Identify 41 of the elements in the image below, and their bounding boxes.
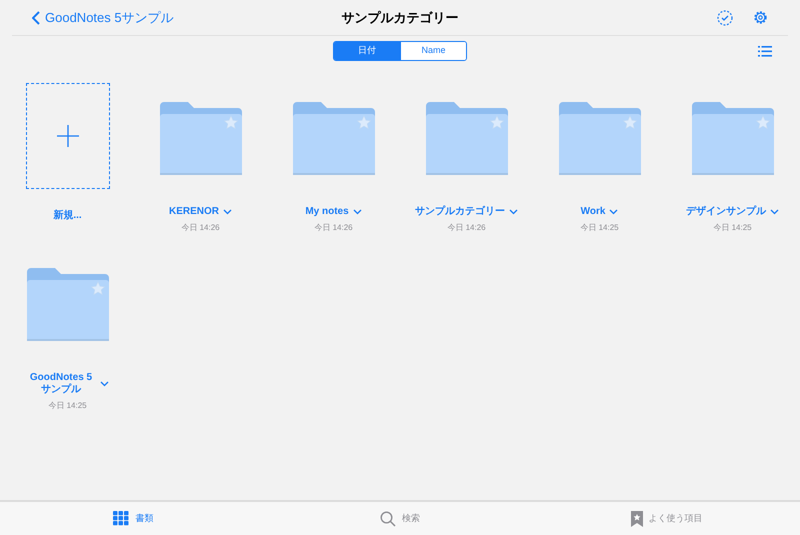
chevron-down-icon xyxy=(352,209,362,215)
modified-date: 今日 14:26 xyxy=(314,222,353,234)
folder-icon xyxy=(556,100,642,176)
tab-bar-item[interactable]: 書類 xyxy=(0,502,267,535)
new-document-button[interactable] xyxy=(26,83,110,189)
folder-icon xyxy=(24,266,110,342)
modified-date: 今日 14:25 xyxy=(713,222,752,234)
settings-icon[interactable] xyxy=(753,10,768,25)
tab-bar-item[interactable]: よく使う項目 xyxy=(533,502,800,535)
folder-icon xyxy=(690,100,776,176)
chevron-down-icon xyxy=(509,209,518,215)
folder-title[interactable]: デザインサンプル xyxy=(686,206,766,218)
chevron-down-icon xyxy=(770,209,779,215)
folder-icon xyxy=(158,100,244,176)
bookmark-star-icon xyxy=(630,510,643,526)
modified-date: 今日 14:25 xyxy=(48,400,87,412)
sort-segment[interactable]: 日付 xyxy=(334,42,400,60)
plus-icon xyxy=(56,125,78,147)
folder-icon xyxy=(424,100,510,176)
tab-bar-item[interactable]: 検索 xyxy=(266,502,534,535)
folder-title[interactable]: My notes xyxy=(305,206,349,218)
modified-date: 今日 14:25 xyxy=(580,222,619,234)
folder-icon xyxy=(290,100,376,176)
chevron-down-icon xyxy=(223,209,232,215)
folder-title[interactable]: GoodNotes 5 サンプル xyxy=(26,372,96,396)
back-button[interactable]: GoodNotes 5サンプル xyxy=(32,8,174,28)
item-title[interactable]: 新規... xyxy=(53,208,82,223)
folder-title[interactable]: サンプルカテゴリー xyxy=(415,206,505,218)
list-view-icon[interactable] xyxy=(758,46,772,56)
chevron-down-icon xyxy=(609,209,618,215)
select-check-icon[interactable] xyxy=(717,10,733,26)
grid-icon xyxy=(113,511,130,526)
sort-segment[interactable]: Name xyxy=(400,42,466,60)
chevron-down-icon xyxy=(100,381,109,387)
modified-date: 今日 14:26 xyxy=(447,222,486,234)
search-icon xyxy=(380,510,396,526)
page-title: サンプルカテゴリー xyxy=(342,8,458,27)
folder-title[interactable]: KERENOR xyxy=(168,206,219,218)
back-chevron-icon xyxy=(32,10,40,24)
modified-date: 今日 14:26 xyxy=(181,222,220,234)
folder-title[interactable]: Work xyxy=(580,206,606,218)
